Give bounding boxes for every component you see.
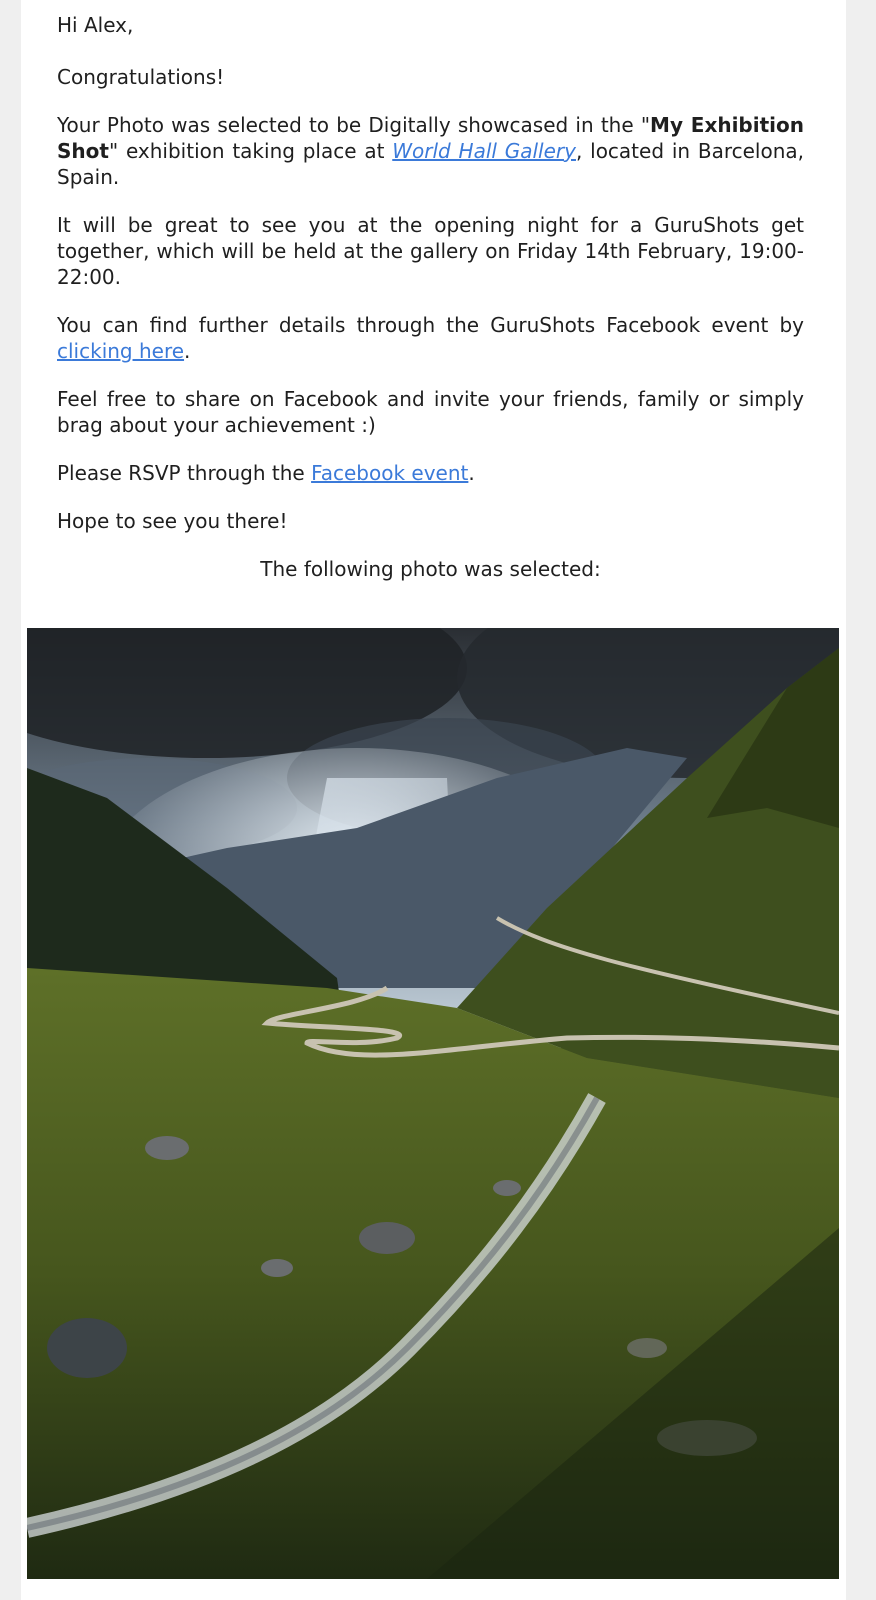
selection-text-pre: Your Photo was selected to be Digitally … (57, 113, 651, 137)
clicking-here-link[interactable]: clicking here (57, 339, 184, 363)
email-body: Hi Alex, Congratulations! Your Photo was… (57, 12, 804, 582)
photo-caption: The following photo was selected: (260, 557, 601, 581)
hope-text: Hope to see you there! (57, 509, 288, 533)
details-text-pre: You can find further details through the… (57, 313, 804, 337)
rsvp-text-post: . (468, 461, 475, 485)
congratulations-text: Congratulations! (57, 65, 225, 89)
selection-paragraph: Your Photo was selected to be Digitally … (57, 112, 804, 190)
rsvp-paragraph: Please RSVP through the Facebook event. (57, 460, 804, 486)
greeting: Hi Alex, (57, 13, 134, 37)
rsvp-text-pre: Please RSVP through the (57, 461, 312, 485)
opening-night-paragraph: It will be great to see you at the openi… (57, 213, 804, 289)
share-paragraph: Feel free to share on Facebook and invit… (57, 387, 804, 437)
selected-photo (27, 628, 839, 1579)
selection-text-mid: " exhibition taking place at (108, 139, 393, 163)
gallery-link[interactable]: World Hall Gallery (392, 139, 576, 163)
details-paragraph: You can find further details through the… (57, 312, 804, 364)
details-text-post: . (184, 339, 191, 363)
landscape-photo-image (27, 628, 839, 1579)
facebook-event-link[interactable]: Facebook event (311, 461, 468, 485)
